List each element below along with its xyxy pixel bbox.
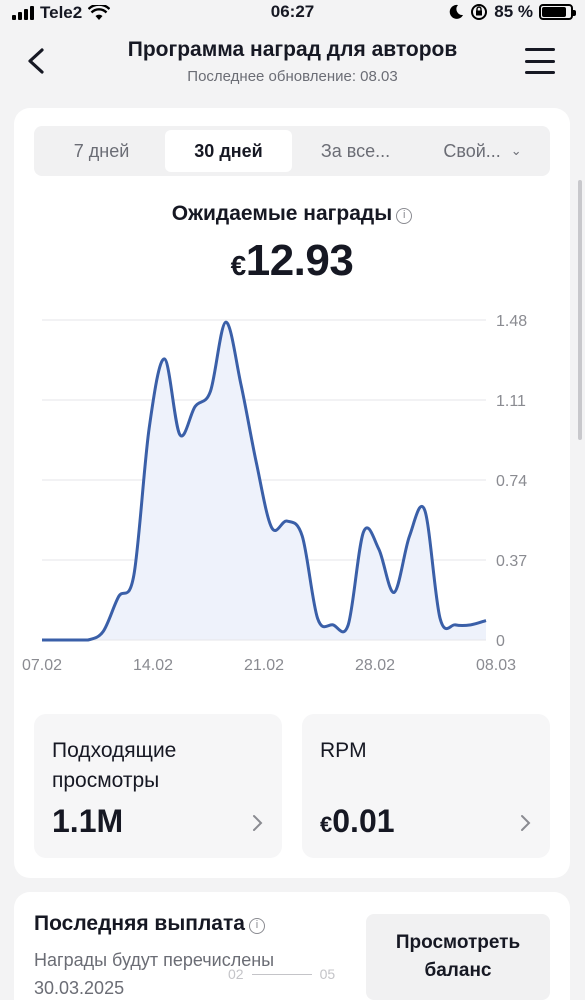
info-icon[interactable]: i bbox=[248, 918, 265, 934]
rewards-amount: €12.93 bbox=[14, 236, 570, 286]
currency-symbol: € bbox=[320, 812, 333, 837]
y-tick-label: 1.48 bbox=[496, 313, 527, 330]
battery-icon bbox=[539, 4, 576, 20]
tab-custom[interactable]: Свой... ⌄ bbox=[419, 130, 546, 172]
app-header: Программа наград для авторов Последнее о… bbox=[0, 26, 585, 96]
tab-label: 7 дней bbox=[73, 140, 130, 161]
x-tick-label: 21.02 bbox=[244, 657, 284, 674]
payout-heading: Последняя выплата i bbox=[34, 912, 265, 936]
tab-7-days[interactable]: 7 дней bbox=[38, 130, 165, 172]
rpm-card[interactable]: RPM €0.01 bbox=[302, 714, 550, 858]
tab-30-days[interactable]: 30 дней bbox=[165, 130, 292, 172]
status-right: 85 % bbox=[448, 2, 576, 22]
last-updated: Последнее обновление: 08.03 bbox=[187, 68, 398, 85]
moon-icon bbox=[449, 4, 464, 19]
x-tick-label: 14.02 bbox=[133, 657, 173, 674]
x-tick-label: 28.02 bbox=[355, 657, 395, 674]
page-indicator: 02 05 bbox=[228, 966, 335, 982]
rewards-chart: 1.48 1.11 0.74 0.37 0 07.02 14.02 21.02 28.02 08.… bbox=[22, 313, 527, 674]
x-tick-label: 08.03 bbox=[476, 657, 516, 674]
expected-rewards-heading: Ожидаемые награды i bbox=[14, 202, 570, 226]
tab-label: Свой... bbox=[443, 140, 501, 161]
tab-label: 30 дней bbox=[194, 140, 263, 161]
currency-symbol: € bbox=[230, 250, 247, 281]
period-tabs: 7 дней 30 дней За все... Свой... ⌄ bbox=[34, 126, 550, 176]
y-tick-label: 0 bbox=[496, 633, 505, 650]
payout-title: Последняя выплата bbox=[34, 912, 245, 935]
last-payout-card: Последняя выплата i Награды будут перечис… bbox=[14, 892, 570, 1000]
stat-value: €0.01 bbox=[320, 803, 395, 840]
stat-label: Подходящие просмотры bbox=[52, 739, 177, 792]
views-value: 1.1M bbox=[52, 803, 124, 839]
tab-label: За все... bbox=[320, 140, 391, 161]
series-area bbox=[42, 322, 486, 640]
chevron-right-icon bbox=[521, 815, 531, 831]
rewards-card: 7 дней 30 дней За все... Свой... ⌄ Ожидае… bbox=[14, 108, 570, 878]
x-tick-label: 07.02 bbox=[22, 657, 62, 674]
tab-all-time[interactable]: За все... bbox=[292, 130, 419, 172]
amount-value: 12.93 bbox=[245, 236, 354, 285]
y-tick-label: 0.74 bbox=[496, 473, 527, 490]
pager-right: 05 bbox=[319, 966, 336, 982]
chevron-down-icon: ⌄ bbox=[510, 143, 522, 158]
stat-label: RPM bbox=[320, 739, 367, 762]
y-tick-label: 1.11 bbox=[496, 393, 526, 410]
y-tick-label: 0.37 bbox=[496, 553, 527, 570]
rewards-label: Ожидаемые награды bbox=[171, 202, 393, 225]
page-title: Программа наград для авторов bbox=[127, 38, 458, 61]
stat-value: 1.1M bbox=[52, 803, 123, 840]
info-icon[interactable]: i bbox=[396, 208, 413, 224]
hamburger-menu-icon[interactable] bbox=[525, 48, 555, 74]
qualified-views-card[interactable]: Подходящие просмотры 1.1M bbox=[34, 714, 282, 858]
orientation-lock-icon bbox=[471, 4, 488, 20]
battery-fill bbox=[542, 7, 566, 17]
battery-percent: 85 % bbox=[494, 2, 533, 21]
view-balance-button[interactable]: Просмотреть баланс bbox=[366, 914, 550, 1000]
chevron-right-icon bbox=[253, 815, 263, 831]
status-bar: Tele2 06:27 85 % bbox=[0, 0, 585, 26]
rpm-value: 0.01 bbox=[332, 803, 395, 839]
scrollbar[interactable] bbox=[578, 180, 582, 440]
pager-left: 02 bbox=[228, 966, 244, 982]
